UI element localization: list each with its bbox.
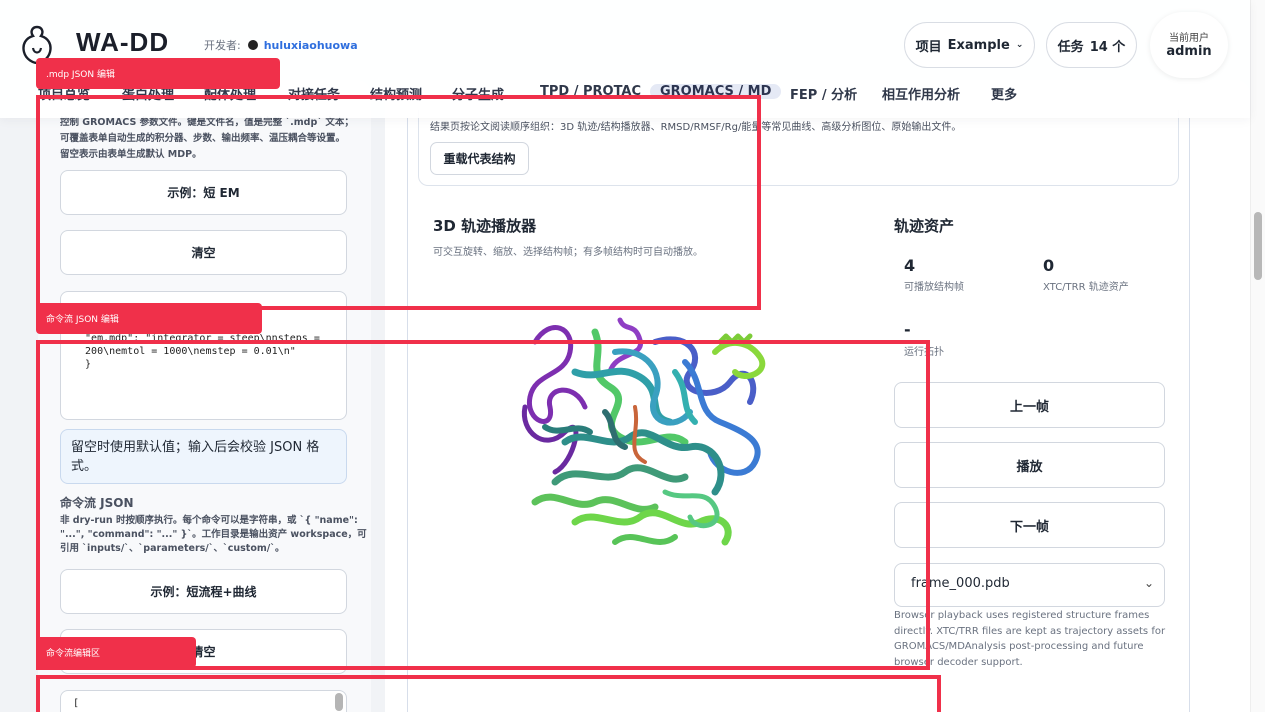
annotation-tag-2: 命令流 JSON 编辑	[36, 303, 262, 334]
tasks-count: 14 个	[1089, 39, 1126, 55]
nav-item-fep[interactable]: FEP / 分析	[790, 84, 857, 103]
tasks-label: 任务	[1057, 39, 1084, 55]
developer-label: 开发者:	[204, 39, 241, 52]
user-name: admin	[1166, 44, 1212, 59]
example-flow-button[interactable]: 示例：短流程+曲线	[60, 569, 347, 614]
page-scrollbar[interactable]	[1250, 0, 1265, 712]
github-icon	[248, 40, 259, 50]
project-label: 项目	[915, 39, 942, 55]
assets-title: 轨迹资产	[894, 217, 955, 235]
playback-note: Browser playback uses registered structu…	[894, 610, 1166, 668]
mdp-desc-line: 可覆盖表单自动生成的积分器、步数、输出频率、温压耦合等设置。	[60, 133, 346, 144]
protein-structure-viewer[interactable]	[515, 312, 770, 562]
project-value: Example	[947, 37, 1010, 53]
stat-traj-label: XTC/TRR 轨迹资产	[1043, 282, 1129, 293]
chevron-down-icon: ⌄	[991, 84, 999, 94]
stat-frames-label: 可播放结构帧	[904, 282, 964, 293]
nav-item-tpd[interactable]: TPD / PROTAC	[540, 84, 641, 99]
player-description: 可交互旋转、缩放、选择结构帧；有多帧结构时可自动播放。	[433, 247, 703, 258]
play-button[interactable]: 播放	[894, 442, 1165, 488]
frame-select[interactable]: frame_000.pdb ⌄	[894, 563, 1165, 607]
stat-topology-label: 运行拓扑	[904, 347, 944, 358]
developer-credit: 开发者: huluxiaohuowa	[204, 37, 358, 53]
nav-item-gromacs[interactable]: GROMACS / MD	[650, 84, 782, 99]
mdp-desc-line: 留空表示由表单生成默认 MDP。	[60, 149, 202, 160]
commands-label: 命令流 JSON	[60, 496, 134, 510]
annotation-tag-3: 命令流编辑区	[36, 637, 196, 668]
next-frame-button[interactable]: 下一帧	[894, 502, 1165, 548]
textarea-scrollbar[interactable]	[335, 693, 343, 711]
stat-frames-value: 4	[904, 256, 916, 275]
user-label: 当前用户	[1169, 33, 1209, 44]
current-user[interactable]: 当前用户 admin	[1150, 12, 1228, 78]
project-selector[interactable]: 项目 Example ⌄	[904, 22, 1035, 68]
tasks-pill[interactable]: 任务 14 个	[1046, 22, 1137, 68]
clear-mdp-button[interactable]: 清空	[60, 230, 347, 275]
reload-structure-button[interactable]: 重载代表结构	[430, 142, 529, 175]
page-scrollbar-thumb[interactable]	[1254, 212, 1262, 280]
commands-desc-line: 引用 `inputs/`、`parameters/`、`custom/`。	[60, 543, 285, 554]
prev-frame-button[interactable]: 上一帧	[894, 382, 1165, 428]
frame-select-value: frame_000.pdb	[911, 576, 1010, 591]
stat-topology-value: -	[904, 320, 911, 339]
annotation-tag-1: .mdp JSON 编辑	[36, 58, 280, 89]
nav-item-generation[interactable]: 分子生成	[452, 84, 504, 103]
commands-json-textarea[interactable]: [	[60, 690, 347, 712]
nav-item-docking[interactable]: 对接任务	[288, 84, 340, 103]
summary-text: 结果页按论文阅读顺序组织：3D 轨迹/结构播放器、RMSD/RMSF/Rg/能量…	[430, 122, 962, 133]
nav-item-interaction[interactable]: 相互作用分析	[882, 84, 960, 103]
mdp-description: 控制 GROMACS 参数文件。键是文件名，值是完整 `.mdp` 文本； 可覆…	[60, 115, 354, 163]
example-em-button[interactable]: 示例：短 EM	[60, 170, 347, 215]
brand-name[interactable]: WA-DD	[76, 27, 169, 58]
json-hint: 留空时使用默认值；输入后会校验 JSON 格式。	[60, 429, 347, 484]
stat-traj-value: 0	[1043, 256, 1055, 275]
nav-item-structure-prediction[interactable]: 结构预测	[370, 84, 422, 103]
commands-description: 非 dry-run 时按顺序执行。每个命令可以是字符串，或 `{ "name":…	[60, 514, 367, 556]
developer-link[interactable]: huluxiaohuowa	[264, 39, 358, 52]
chevron-down-icon: ⌄	[1015, 40, 1024, 50]
commands-desc-line: 非 dry-run 时按顺序执行。每个命令可以是字符串，或 `{ "name":	[60, 515, 358, 526]
player-title: 3D 轨迹播放器	[433, 217, 537, 235]
commands-desc-line: "...", "command": "..." }`。工作目录是输出资产 wor…	[60, 529, 367, 540]
chevron-down-icon: ⌄	[1143, 576, 1154, 590]
